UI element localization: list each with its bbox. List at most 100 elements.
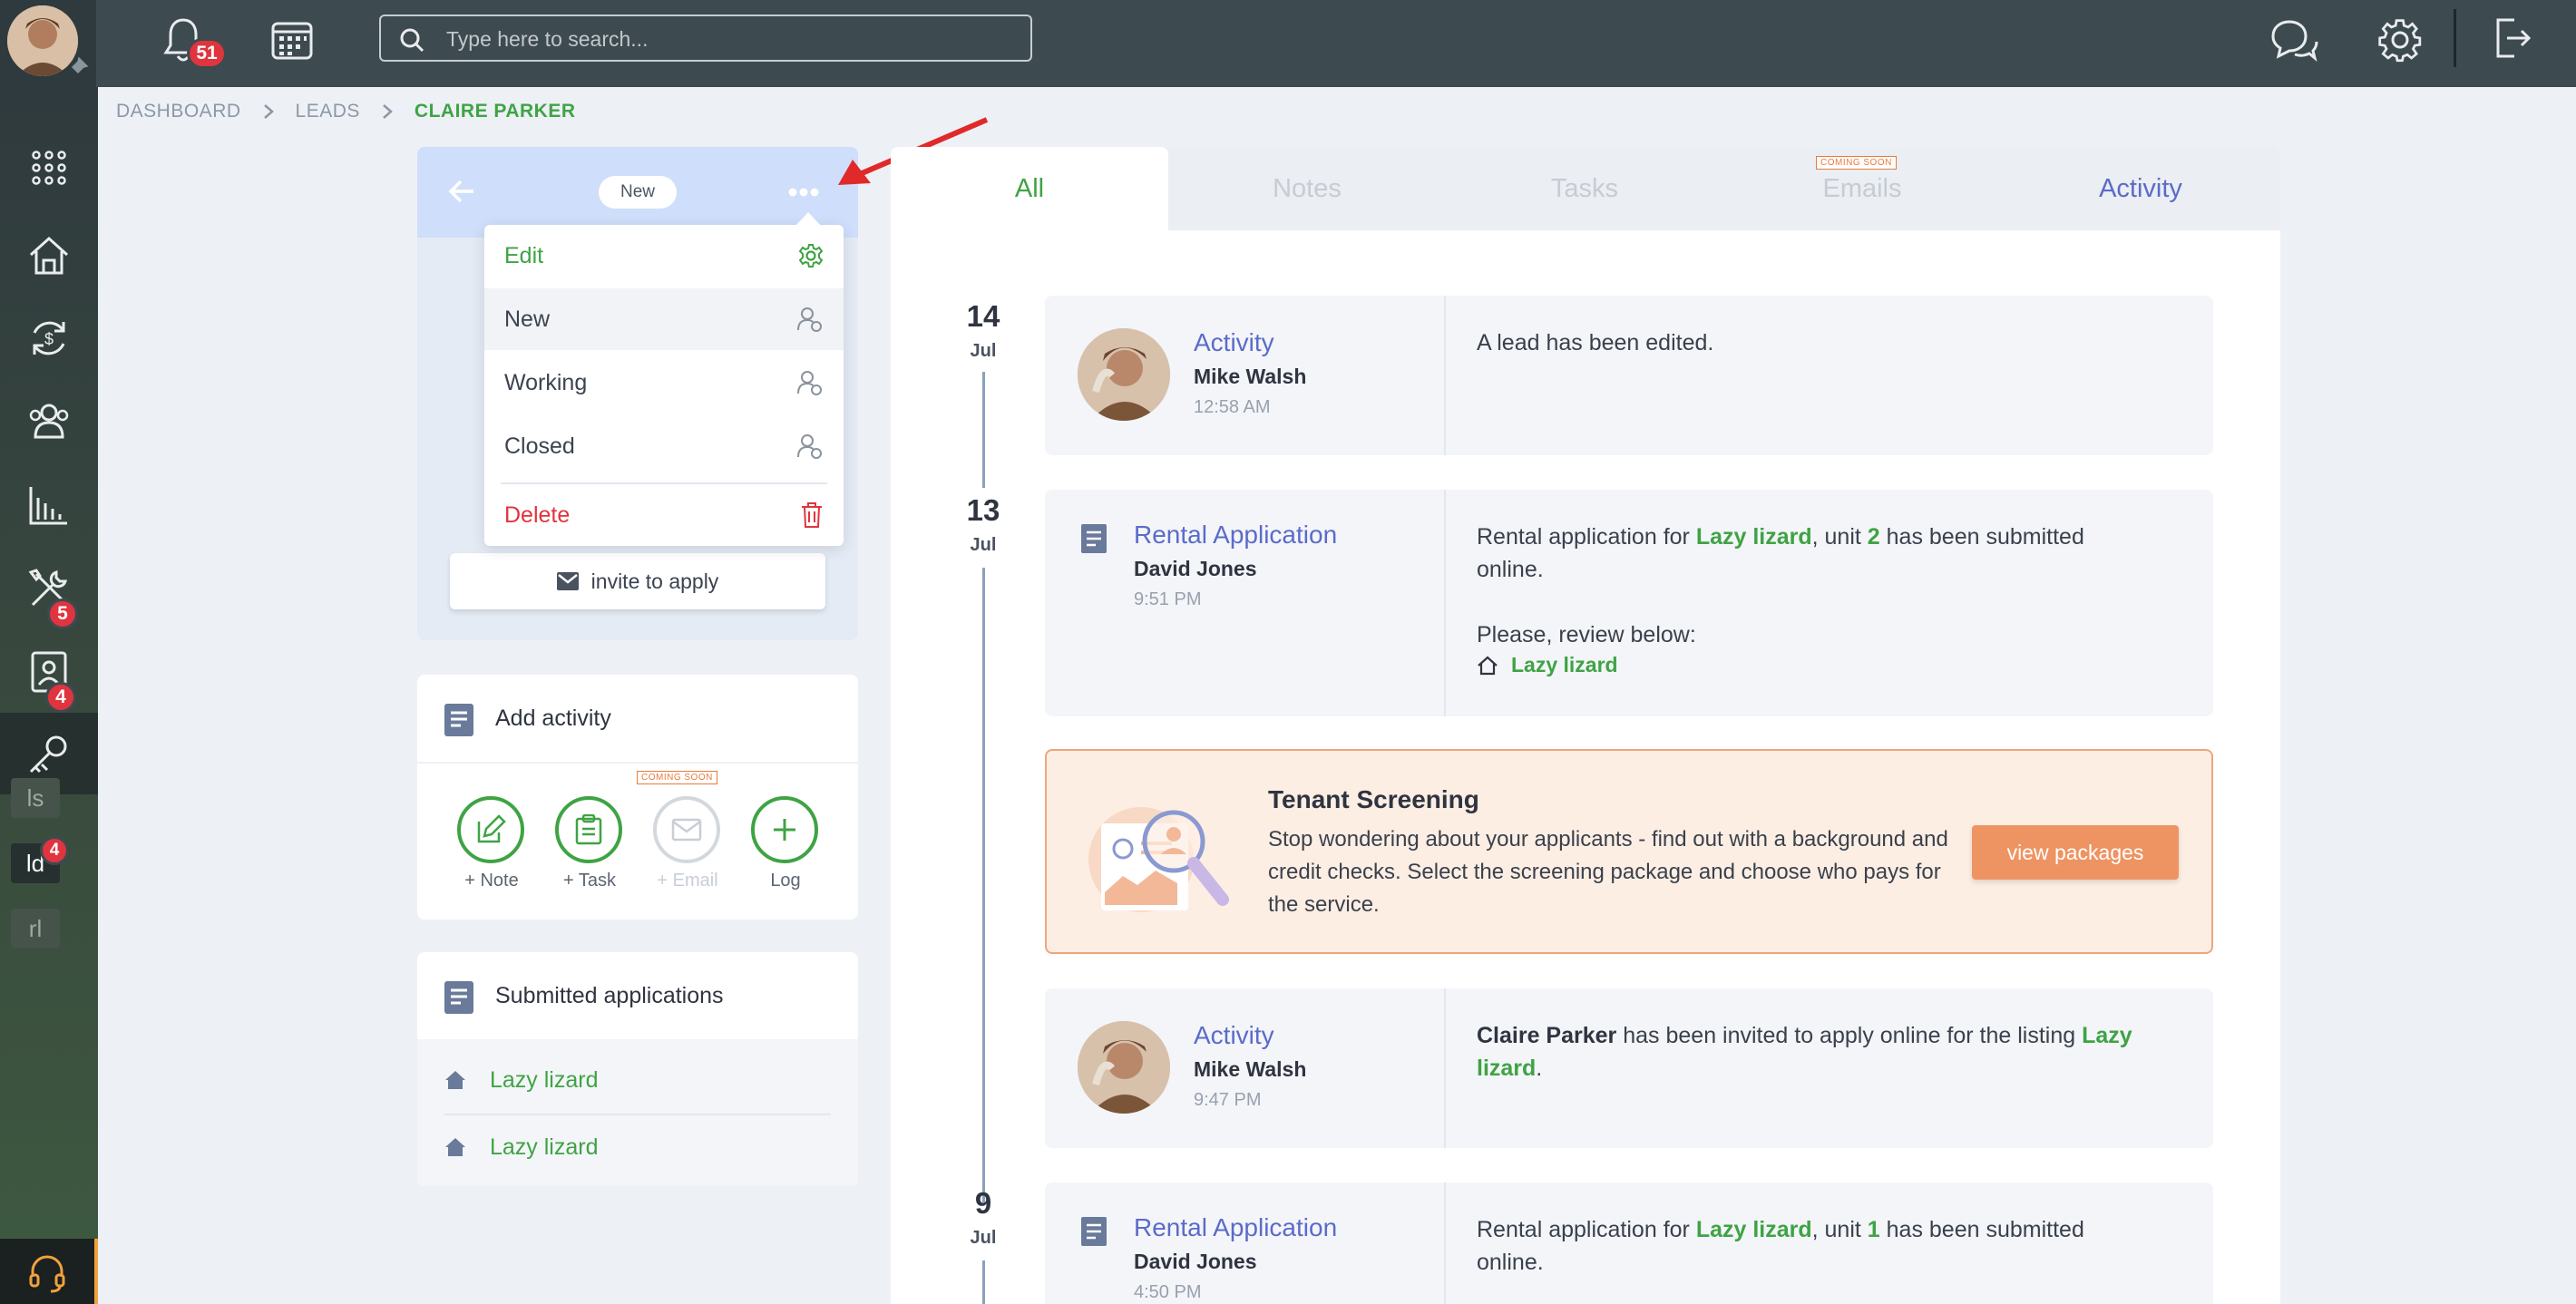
menu-item-new[interactable]: New (484, 288, 844, 350)
tab-bar: All Notes Tasks Emails COMING SOON Activ… (891, 147, 2280, 230)
add-activity-title: Add activity (495, 706, 611, 731)
menu-item-closed[interactable]: Closed (484, 415, 844, 477)
tab-activity[interactable]: Activity (2001, 147, 2280, 230)
application-name[interactable]: Lazy lizard (490, 1067, 599, 1094)
invite-to-apply-button[interactable]: invite to apply (450, 553, 825, 609)
sidebar-item-people[interactable] (0, 381, 98, 462)
chat-button[interactable] (2268, 18, 2318, 62)
logout-button[interactable] (2493, 16, 2532, 60)
envelope-icon (556, 572, 579, 590)
sidebar-item-reports[interactable] (0, 464, 98, 546)
screening-text: Stop wondering about your applicants - f… (1268, 827, 1948, 917)
chevron-right-icon (383, 104, 393, 119)
entry-time: 4:50 PM (1134, 1282, 1202, 1302)
sidebar-item-payments[interactable]: $ (0, 297, 98, 379)
tab-all[interactable]: All (891, 147, 1168, 230)
document-icon (1081, 524, 1107, 553)
menu-item-label: Working (504, 369, 588, 395)
review-listing-name[interactable]: Lazy lizard (1511, 653, 1618, 677)
home-icon (445, 1071, 465, 1089)
header-divider (2454, 9, 2456, 67)
user-avatar-area[interactable] (0, 0, 96, 87)
date-day: 13 (966, 493, 1000, 527)
shortcut-rl[interactable]: rl (11, 909, 60, 949)
menu-item-working[interactable]: Working (484, 352, 844, 414)
entry-text-part: , unit (1811, 524, 1868, 550)
shortcut-ls[interactable]: ls (11, 778, 60, 818)
menu-item-edit[interactable]: Edit (484, 225, 844, 287)
entry-text-part: , unit (1811, 1217, 1868, 1242)
listing-link[interactable]: Lazy lizard (1696, 1217, 1812, 1242)
emails-coming-soon-badge: COMING SOON (1816, 156, 1897, 170)
breadcrumb-dashboard[interactable]: DASHBOARD (116, 101, 241, 122)
gear-icon (798, 244, 824, 268)
entry-divider (1444, 490, 1446, 716)
lead-name: Claire Parker (1477, 1023, 1617, 1048)
user-status-icon (797, 434, 822, 459)
listing-link[interactable]: Lazy lizard (1696, 524, 1812, 550)
timeline-line (982, 372, 985, 488)
avatar (1078, 1021, 1170, 1114)
view-packages-button[interactable]: view packages (1972, 825, 2179, 880)
entry-text-part: has been invited to apply online for the… (1616, 1023, 2083, 1048)
entry-text: Rental application for Lazy lizard, unit… (1477, 521, 2148, 586)
search-bar[interactable]: Type here to search... (379, 15, 1032, 62)
avatar (1078, 328, 1170, 421)
application-item[interactable]: Lazy lizard (444, 1115, 834, 1179)
chevron-right-icon (263, 104, 274, 119)
tab-tasks[interactable]: Tasks (1446, 147, 1723, 230)
entry-time: 12:58 AM (1194, 397, 1271, 417)
add-email-label: + Email (657, 871, 718, 890)
breadcrumb-leads[interactable]: LEADS (296, 101, 360, 122)
grid-dots-icon (32, 151, 66, 185)
sidebar-item-apps[interactable] (0, 127, 98, 209)
timeline-line (982, 1260, 985, 1304)
entry-title[interactable]: Activity (1194, 1021, 1274, 1050)
application-name[interactable]: Lazy lizard (490, 1134, 599, 1161)
more-dots-icon (788, 188, 819, 197)
tab-notes[interactable]: Notes (1168, 147, 1446, 230)
add-email-button (653, 796, 720, 863)
gear-icon (2378, 19, 2422, 63)
applications-badge: 5 (47, 598, 78, 629)
logout-icon (2496, 18, 2532, 58)
breadcrumb: DASHBOARD LEADS CLAIRE PARKER (116, 98, 576, 125)
application-item[interactable]: Lazy lizard (444, 1048, 834, 1112)
menu-item-label: Delete (504, 501, 571, 528)
menu-item-delete[interactable]: Delete (484, 484, 844, 546)
support-button[interactable] (0, 1239, 94, 1304)
back-button[interactable] (446, 178, 477, 205)
settings-button[interactable] (2376, 16, 2424, 63)
entry-title[interactable]: Rental Application (1134, 521, 1337, 550)
entry-divider (1444, 296, 1446, 455)
review-listing-link[interactable]: Lazy lizard (1477, 653, 1618, 677)
add-task-button[interactable] (555, 796, 622, 863)
key-icon (29, 735, 67, 774)
envelope-icon (671, 818, 702, 842)
status-badge: New (599, 176, 677, 209)
log-label: Log (770, 871, 801, 890)
add-note-label: + Note (464, 871, 519, 890)
timeline-entry: Rental Application David Jones 9:51 PM R… (1045, 490, 2213, 716)
people-icon (29, 404, 69, 439)
search-input[interactable]: Type here to search... (446, 27, 648, 52)
entry-title[interactable]: Rental Application (1134, 1213, 1337, 1242)
entry-text: Rental application for Lazy lizard, unit… (1477, 1213, 2148, 1279)
log-button[interactable] (751, 796, 818, 863)
sidebar-item-properties[interactable] (0, 214, 98, 296)
user-status-icon (797, 307, 822, 332)
pin-icon (71, 56, 89, 74)
chat-icon (2271, 20, 2318, 62)
user-avatar[interactable] (7, 5, 78, 76)
search-icon (400, 28, 424, 53)
more-options-button[interactable] (785, 181, 822, 203)
plus-icon (774, 819, 795, 841)
entry-text: Claire Parker has been invited to apply … (1477, 1019, 2148, 1085)
add-note-button[interactable] (457, 796, 524, 863)
submitted-applications-title: Submitted applications (495, 983, 724, 1008)
timeline-entry: Rental Application David Jones 4:50 PM R… (1045, 1182, 2213, 1304)
unit-number: 2 (1867, 524, 1880, 550)
entry-title[interactable]: Activity (1194, 328, 1274, 357)
calendar-button[interactable] (270, 18, 314, 62)
svg-text:$: $ (44, 330, 54, 348)
